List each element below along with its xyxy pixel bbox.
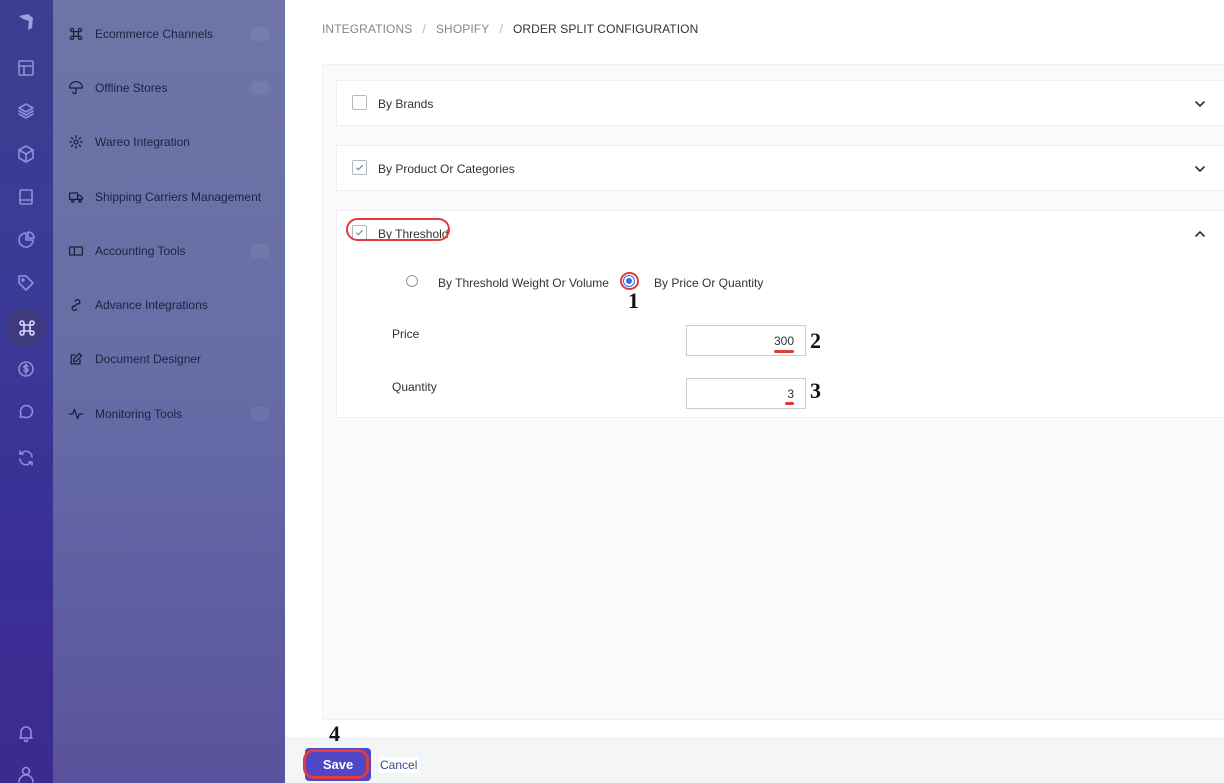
section-title: By Brands (378, 97, 434, 111)
by-product-checkbox[interactable] (352, 160, 367, 175)
sidebar-item-label: Offline Stores (95, 81, 168, 95)
radio-threshold-weight-or-volume[interactable] (406, 275, 418, 287)
step-number-3: 3 (810, 378, 821, 403)
breadcrumb-integrations[interactable]: INTEGRATIONS (322, 22, 412, 36)
sidebar-item-accounting-tools[interactable]: Accounting Tools (53, 236, 285, 266)
command-icon[interactable] (7, 308, 46, 347)
quantity-label: Quantity (392, 380, 437, 394)
sync-icon[interactable] (12, 444, 40, 472)
layers-icon[interactable] (12, 97, 40, 125)
command-icon (67, 25, 85, 43)
save-button[interactable]: Save (305, 748, 371, 781)
breadcrumb-separator: / (499, 21, 503, 36)
annotation-underline (774, 350, 794, 353)
dollar-icon[interactable] (12, 355, 40, 383)
link-icon (67, 296, 85, 314)
breadcrumb-shopify[interactable]: SHOPIFY (436, 22, 489, 36)
form-footer: 4 Save Cancel (285, 721, 1224, 783)
sidebar-item-offline-stores[interactable]: Offline Stores (53, 73, 285, 103)
box-icon[interactable] (12, 140, 40, 168)
step-number-2: 2 (810, 328, 821, 353)
section-title: By Product Or Categories (378, 162, 515, 176)
sidebar-item-document-designer[interactable]: Document Designer (53, 344, 285, 374)
annotation-underline (785, 402, 794, 405)
pie-chart-icon[interactable] (12, 226, 40, 254)
breadcrumb-separator: / (422, 21, 426, 36)
breadcrumb-current: ORDER SPLIT CONFIGURATION (512, 21, 699, 36)
truck-icon (67, 188, 85, 206)
sidebar-item-badge (251, 27, 269, 41)
step-number-1: 1 (628, 288, 639, 313)
sidebar-item-label: Ecommerce Channels (95, 27, 214, 41)
sidebar-item-badge (251, 244, 269, 258)
section-by-product-or-categories: By Product Or Categories (336, 145, 1224, 191)
umbrella-icon (67, 79, 85, 97)
activity-icon (67, 405, 85, 423)
sidebar-item-label: Wareo Integration (95, 135, 190, 149)
user-icon[interactable] (12, 760, 40, 783)
tag-icon[interactable] (12, 269, 40, 297)
sidebar-item-label: Document Designer (95, 352, 202, 366)
sidebar-item-badge (251, 81, 269, 95)
chevron-down-icon[interactable] (1193, 162, 1207, 176)
icon-rail (0, 0, 53, 783)
radio-label: By Price Or Quantity (654, 276, 764, 290)
integrations-sidebar: Ecommerce Channels Offline Stores Wareo … (53, 0, 285, 783)
radio-price-or-quantity[interactable] (623, 275, 635, 287)
breadcrumb: INTEGRATIONS / SHOPIFY / ORDER SPLIT CON… (322, 21, 698, 36)
sidebar-item-monitoring-tools[interactable]: Monitoring Tools (53, 399, 285, 429)
sidebar-item-label: Monitoring Tools (95, 407, 183, 421)
cancel-link[interactable]: Cancel (379, 757, 419, 773)
section-header[interactable]: By Threshold (337, 211, 1224, 257)
sidebar-item-shipping-carriers[interactable]: Shipping Carriers Management (53, 182, 285, 212)
section-by-threshold: By Threshold By Threshold Weight Or Volu… (336, 210, 1224, 418)
section-by-brands: By Brands (336, 80, 1224, 126)
price-label: Price (392, 327, 420, 341)
chevron-down-icon[interactable] (1193, 97, 1207, 111)
gear-icon (67, 133, 85, 151)
step-number-4: 4 (329, 721, 340, 746)
wallet-icon (67, 242, 85, 260)
sidebar-item-wareo-integration[interactable]: Wareo Integration (53, 127, 285, 157)
chat-icon[interactable] (12, 398, 40, 426)
sidebar-item-label: Shipping Carriers Management (95, 190, 262, 204)
radio-label: By Threshold Weight Or Volume (438, 276, 609, 290)
section-header[interactable]: By Product Or Categories (337, 146, 1224, 192)
bell-icon[interactable] (12, 719, 40, 747)
sidebar-item-advance-integrations[interactable]: Advance Integrations (53, 290, 285, 320)
main-content: INTEGRATIONS / SHOPIFY / ORDER SPLIT CON… (285, 0, 1224, 783)
sidebar-item-badge (251, 407, 269, 421)
sidebar-item-ecommerce-channels[interactable]: Ecommerce Channels (53, 19, 285, 49)
book-icon[interactable] (12, 183, 40, 211)
checkmark-icon (355, 164, 364, 171)
order-split-panel: By Brands By Product Or Categories By Th… (322, 64, 1224, 720)
annotation-ring (346, 218, 450, 241)
by-brands-checkbox[interactable] (352, 95, 367, 110)
chevron-up-icon[interactable] (1193, 227, 1207, 241)
sidebar-item-label: Accounting Tools (95, 244, 186, 258)
layout-icon[interactable] (12, 54, 40, 82)
logo-icon[interactable] (12, 8, 40, 36)
sidebar-item-label: Advance Integrations (95, 298, 208, 312)
edit-icon (67, 350, 85, 368)
section-header[interactable]: By Brands (337, 81, 1224, 127)
